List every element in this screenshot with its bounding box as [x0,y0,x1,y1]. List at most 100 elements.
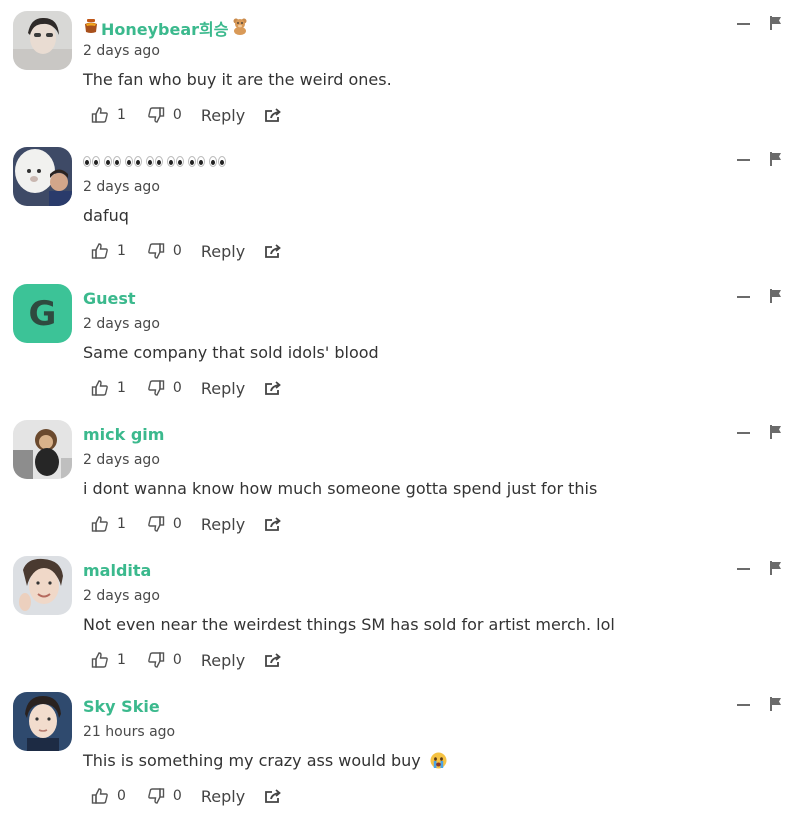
thumbs-up-icon [91,516,108,532]
flag-icon[interactable] [770,697,782,716]
crying-face-emoji [430,752,447,773]
eyes-emoji [125,156,142,167]
comment-author[interactable]: Sky Skie [83,697,160,716]
comment-item: 2 days ago dafuq 1 0 Reply [0,136,794,272]
comment-item: Honeybear희승 2 days ago The fan who buy i… [0,0,794,136]
comment-timestamp: 2 days ago [83,316,160,332]
share-button[interactable] [264,516,282,532]
collapse-icon[interactable] [737,432,750,434]
comment-actions: 1 0 Reply [91,103,282,127]
reply-button[interactable]: Reply [201,787,245,806]
dislike-button[interactable]: 0 [147,515,182,533]
flag-icon[interactable] [770,152,782,171]
avatar[interactable] [13,147,72,206]
collapse-icon[interactable] [737,568,750,570]
comment-actions: 1 0 Reply [91,648,282,672]
flag-icon[interactable] [770,561,782,580]
comment-author[interactable] [83,156,226,167]
share-icon [265,381,282,395]
comment-actions: 0 0 Reply [91,784,282,808]
reply-button[interactable]: Reply [201,515,245,534]
dislike-count: 0 [172,380,182,396]
avatar[interactable] [13,420,72,479]
like-count: 1 [117,516,126,532]
dislike-button[interactable]: 0 [147,651,182,669]
like-button[interactable]: 1 [91,106,126,124]
comment-text-content: This is something my crazy ass would buy [83,751,421,770]
like-count: 1 [117,107,126,123]
avatar[interactable]: G [13,284,72,343]
flag-icon[interactable] [770,289,782,308]
reply-button[interactable]: Reply [201,651,245,670]
share-icon [265,244,282,258]
comment-item: Sky Skie 21 hours ago This is something … [0,681,794,817]
like-button[interactable]: 1 [91,379,126,397]
like-button[interactable]: 1 [91,242,126,260]
reply-button[interactable]: Reply [201,106,245,125]
like-count: 1 [117,243,126,259]
comment-text: The fan who buy it are the weird ones. [83,70,392,89]
comment-actions: 1 0 Reply [91,239,282,263]
dislike-button[interactable]: 0 [147,379,182,397]
share-icon [265,789,282,803]
comment-text: i dont wanna know how much someone gotta… [83,479,598,498]
share-button[interactable] [264,107,282,123]
comment-text: dafuq [83,206,129,225]
comment-timestamp: 2 days ago [83,179,160,195]
like-button[interactable]: 1 [91,515,126,533]
comment-author[interactable]: maldita [83,561,151,580]
dislike-count: 0 [172,516,182,532]
thumbs-down-icon [148,652,165,668]
thumbs-up-icon [91,788,108,804]
dislike-button[interactable]: 0 [147,106,182,124]
thumbs-up-icon [91,652,108,668]
reply-button[interactable]: Reply [201,379,245,398]
comment-timestamp: 2 days ago [83,452,160,468]
share-icon [265,108,282,122]
reply-button[interactable]: Reply [201,242,245,261]
dislike-button[interactable]: 0 [147,787,182,805]
thumbs-down-icon [148,380,165,396]
comment-timestamp: 2 days ago [83,588,160,604]
comment-timestamp: 21 hours ago [83,724,176,740]
thumbs-down-icon [148,107,165,123]
collapse-icon[interactable] [737,704,750,706]
comment-actions: 1 0 Reply [91,512,282,536]
dislike-button[interactable]: 0 [147,242,182,260]
comment-text: Same company that sold idols' blood [83,343,379,362]
collapse-icon[interactable] [737,296,750,298]
author-name: maldita [83,561,152,580]
comment-text: This is something my crazy ass would buy [83,751,447,773]
dislike-count: 0 [172,107,182,123]
teddy-bear-icon [231,17,249,39]
like-count: 1 [117,652,126,668]
avatar[interactable] [13,692,72,751]
collapse-icon[interactable] [737,159,750,161]
comment-timestamp: 2 days ago [83,43,160,59]
thumbs-up-icon [91,107,108,123]
like-button[interactable]: 1 [91,651,126,669]
share-button[interactable] [264,788,282,804]
avatar[interactable] [13,556,72,615]
share-button[interactable] [264,380,282,396]
like-button[interactable]: 0 [91,787,126,805]
avatar[interactable] [13,11,72,70]
flag-icon[interactable] [770,425,782,444]
dislike-count: 0 [172,652,182,668]
share-button[interactable] [264,652,282,668]
comment-author[interactable]: Guest [83,289,136,308]
share-button[interactable] [264,243,282,259]
like-count: 0 [117,788,126,804]
comment-author[interactable]: mick gim [83,425,164,444]
comment-author[interactable]: Honeybear희승 [83,16,249,40]
comment-item: mick gim 2 days ago i dont wanna know ho… [0,409,794,545]
eyes-emoji [188,156,205,167]
thumbs-down-icon [148,516,165,532]
flag-icon[interactable] [770,16,782,35]
collapse-icon[interactable] [737,23,750,25]
dislike-count: 0 [172,243,182,259]
thumbs-up-icon [91,380,108,396]
thumbs-down-icon [148,788,165,804]
eyes-emoji [209,156,226,167]
author-name: mick gim [83,425,165,444]
